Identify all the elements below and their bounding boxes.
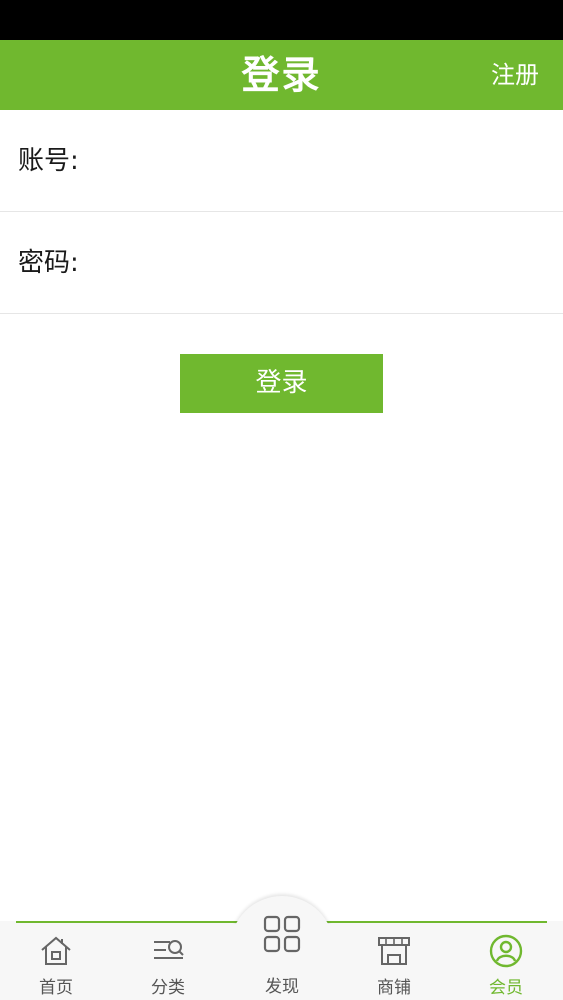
tab-label: 发现 (265, 977, 299, 997)
tab-label: 会员 (489, 978, 523, 998)
shop-icon (378, 937, 410, 965)
tab-member[interactable]: 会员 (466, 921, 546, 1000)
tab-label: 首页 (39, 978, 73, 998)
page-title: 登录 (241, 53, 322, 97)
tab-label: 商铺 (377, 978, 411, 998)
tab-label: 分类 (151, 978, 185, 998)
register-link[interactable]: 注册 (491, 40, 539, 110)
account-row: 账号: (0, 110, 563, 212)
account-input[interactable] (90, 136, 540, 186)
account-label: 账号: (18, 146, 79, 176)
header-bar: 登录 注册 (0, 40, 563, 110)
tab-category[interactable]: 分类 (128, 921, 208, 1000)
password-input[interactable] (90, 238, 540, 288)
password-label: 密码: (18, 248, 79, 278)
grid-icon (263, 915, 301, 953)
tab-home[interactable]: 首页 (16, 921, 96, 1000)
status-bar (0, 0, 563, 40)
category-search-icon (154, 940, 184, 959)
login-button[interactable]: 登录 (180, 354, 383, 413)
tab-discover[interactable]: 发现 (240, 906, 324, 1000)
tab-shop[interactable]: 商铺 (354, 921, 434, 1000)
password-row: 密码: (0, 212, 563, 314)
home-icon (41, 936, 71, 965)
user-circle-icon (489, 934, 523, 968)
